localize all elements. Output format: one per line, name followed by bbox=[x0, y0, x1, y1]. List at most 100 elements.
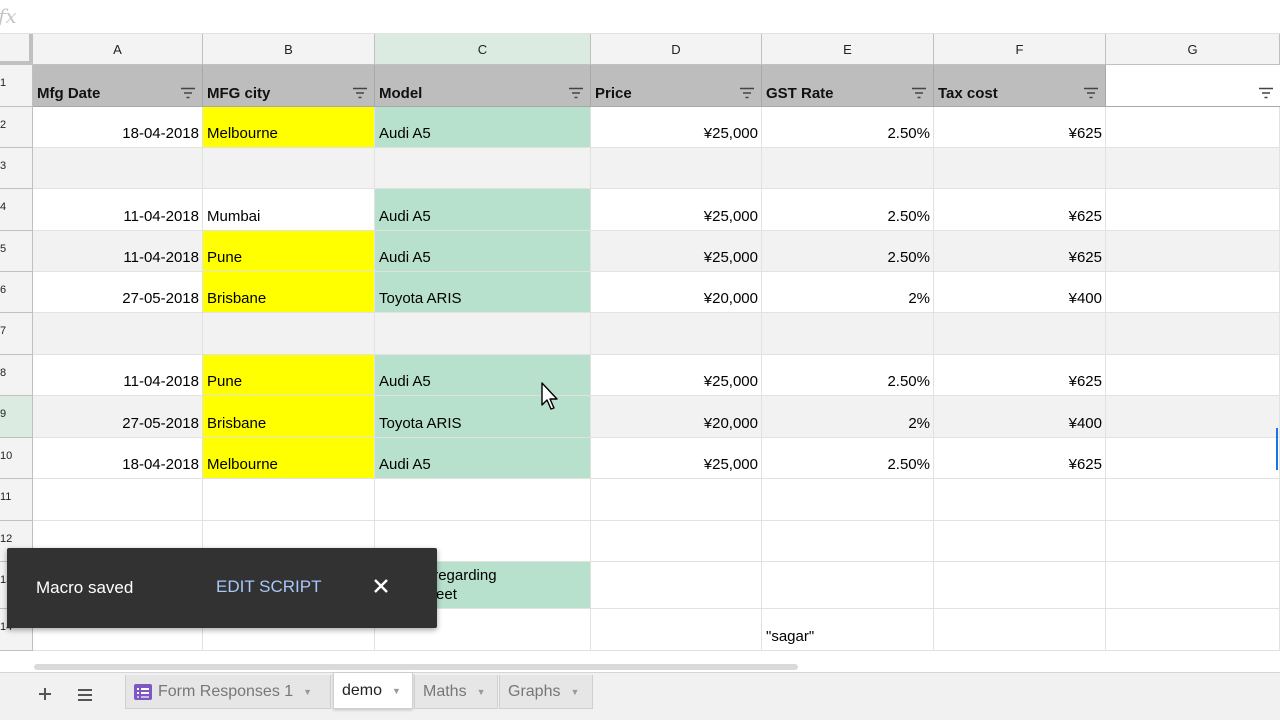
cell-f1[interactable]: Tax cost bbox=[934, 65, 1106, 107]
cell-c3[interactable] bbox=[375, 148, 591, 189]
cell-f2[interactable]: ¥625 bbox=[934, 107, 1106, 148]
row-header-9[interactable]: 9 bbox=[0, 396, 33, 438]
cell-c4[interactable]: Audi A5 bbox=[375, 189, 591, 231]
cell-g8[interactable] bbox=[1106, 355, 1280, 396]
cell-b3[interactable] bbox=[203, 148, 375, 189]
cell-f10[interactable]: ¥625 bbox=[934, 438, 1106, 479]
tab-graphs[interactable]: Graphs ▼ bbox=[499, 675, 593, 709]
formula-bar[interactable]: fx bbox=[0, 0, 1280, 34]
cell-g12[interactable] bbox=[1106, 521, 1280, 562]
row-header-2[interactable]: 2 bbox=[0, 107, 33, 148]
cell-f9[interactable]: ¥400 bbox=[934, 396, 1106, 438]
cell-e9[interactable]: 2% bbox=[762, 396, 934, 438]
cell-f7[interactable] bbox=[934, 313, 1106, 355]
cell-g3[interactable] bbox=[1106, 148, 1280, 189]
cell-a4[interactable]: 11-04-2018 bbox=[33, 189, 203, 231]
cell-d3[interactable] bbox=[591, 148, 762, 189]
filter-icon[interactable] bbox=[352, 87, 368, 99]
column-header-g[interactable]: G bbox=[1106, 34, 1280, 65]
cell-c10[interactable]: Audi A5 bbox=[375, 438, 591, 479]
cell-e1[interactable]: GST Rate bbox=[762, 65, 934, 107]
edit-script-button[interactable]: EDIT SCRIPT bbox=[216, 577, 321, 597]
cell-a7[interactable] bbox=[33, 313, 203, 355]
cell-g7[interactable] bbox=[1106, 313, 1280, 355]
cell-f8[interactable]: ¥625 bbox=[934, 355, 1106, 396]
cell-f6[interactable]: ¥400 bbox=[934, 272, 1106, 313]
chevron-down-icon[interactable]: ▼ bbox=[392, 686, 401, 696]
cell-c1[interactable]: Model bbox=[375, 65, 591, 107]
column-header-e[interactable]: E bbox=[762, 34, 934, 65]
tab-form-responses-1[interactable]: Form Responses 1 ▼ bbox=[125, 675, 331, 709]
cell-c5[interactable]: Audi A5 bbox=[375, 231, 591, 272]
row-header-3[interactable]: 3 bbox=[0, 148, 33, 189]
row-header-10[interactable]: 10 bbox=[0, 438, 33, 479]
cell-a1[interactable]: Mfg Date bbox=[33, 65, 203, 107]
cell-f5[interactable]: ¥625 bbox=[934, 231, 1106, 272]
cell-e11[interactable] bbox=[762, 479, 934, 521]
chevron-down-icon[interactable]: ▼ bbox=[570, 687, 579, 697]
cell-e3[interactable] bbox=[762, 148, 934, 189]
filter-icon[interactable] bbox=[568, 87, 584, 99]
cell-g14[interactable] bbox=[1106, 609, 1280, 651]
cell-d6[interactable]: ¥20,000 bbox=[591, 272, 762, 313]
cell-g10[interactable] bbox=[1106, 438, 1280, 479]
cell-a6[interactable]: 27-05-2018 bbox=[33, 272, 203, 313]
cell-d13[interactable] bbox=[591, 562, 762, 609]
row-header-7[interactable]: 7 bbox=[0, 313, 33, 355]
cell-b10[interactable]: Melbourne bbox=[203, 438, 375, 479]
e14-cell[interactable]: "sagar" bbox=[762, 609, 934, 651]
cell-e12[interactable] bbox=[762, 521, 934, 562]
chevron-down-icon[interactable]: ▼ bbox=[303, 687, 312, 697]
cell-d12[interactable] bbox=[591, 521, 762, 562]
cell-e5[interactable]: 2.50% bbox=[762, 231, 934, 272]
list-icon[interactable] bbox=[72, 683, 98, 709]
cell-a9[interactable]: 27-05-2018 bbox=[33, 396, 203, 438]
filter-icon[interactable] bbox=[180, 87, 196, 99]
close-icon[interactable] bbox=[369, 574, 393, 598]
cell-a2[interactable]: 18-04-2018 bbox=[33, 107, 203, 148]
cell-b9[interactable]: Brisbane bbox=[203, 396, 375, 438]
cell-f4[interactable]: ¥625 bbox=[934, 189, 1106, 231]
cell-a11[interactable] bbox=[33, 479, 203, 521]
cell-e4[interactable]: 2.50% bbox=[762, 189, 934, 231]
row-header-5[interactable]: 5 bbox=[0, 231, 33, 272]
cell-g6[interactable] bbox=[1106, 272, 1280, 313]
filter-icon[interactable] bbox=[911, 87, 927, 99]
filter-icon[interactable] bbox=[739, 87, 755, 99]
cell-f11[interactable] bbox=[934, 479, 1106, 521]
cell-f3[interactable] bbox=[934, 148, 1106, 189]
chevron-down-icon[interactable]: ▼ bbox=[477, 687, 486, 697]
cell-d9[interactable]: ¥20,000 bbox=[591, 396, 762, 438]
cell-d2[interactable]: ¥25,000 bbox=[591, 107, 762, 148]
cell-e6[interactable]: 2% bbox=[762, 272, 934, 313]
cell-b6[interactable]: Brisbane bbox=[203, 272, 375, 313]
cell-d4[interactable]: ¥25,000 bbox=[591, 189, 762, 231]
cell-a5[interactable]: 11-04-2018 bbox=[33, 231, 203, 272]
cell-c7[interactable] bbox=[375, 313, 591, 355]
cell-f13[interactable] bbox=[934, 562, 1106, 609]
cell-d10[interactable]: ¥25,000 bbox=[591, 438, 762, 479]
cell-a10[interactable]: 18-04-2018 bbox=[33, 438, 203, 479]
cell-e10[interactable]: 2.50% bbox=[762, 438, 934, 479]
cell-a3[interactable] bbox=[33, 148, 203, 189]
cell-a8[interactable]: 11-04-2018 bbox=[33, 355, 203, 396]
cell-e2[interactable]: 2.50% bbox=[762, 107, 934, 148]
select-all-corner[interactable] bbox=[0, 34, 33, 65]
cell-g11[interactable] bbox=[1106, 479, 1280, 521]
cell-e8[interactable]: 2.50% bbox=[762, 355, 934, 396]
column-header-f[interactable]: F bbox=[934, 34, 1106, 65]
cell-g4[interactable] bbox=[1106, 189, 1280, 231]
column-header-d[interactable]: D bbox=[591, 34, 762, 65]
plus-icon[interactable] bbox=[32, 683, 58, 709]
row-header-11[interactable]: 11 bbox=[0, 479, 33, 521]
cell-d5[interactable]: ¥25,000 bbox=[591, 231, 762, 272]
column-header-a[interactable]: A bbox=[33, 34, 203, 65]
tab-demo[interactable]: demo ▼ bbox=[333, 673, 413, 709]
cell-g2[interactable] bbox=[1106, 107, 1280, 148]
row-header-8[interactable]: 8 bbox=[0, 355, 33, 396]
cell-g13[interactable] bbox=[1106, 562, 1280, 609]
cell-c11[interactable] bbox=[375, 479, 591, 521]
cell-f14[interactable] bbox=[934, 609, 1106, 651]
row-header-1[interactable]: 1 bbox=[0, 65, 33, 107]
cell-d8[interactable]: ¥25,000 bbox=[591, 355, 762, 396]
